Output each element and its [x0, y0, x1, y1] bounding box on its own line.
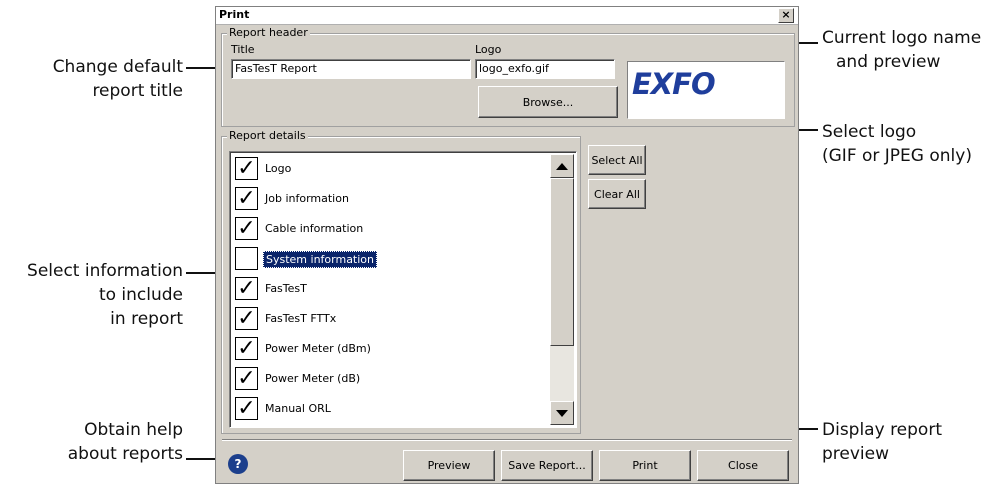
checkbox[interactable]: ✓ — [235, 337, 258, 360]
help-icon[interactable]: ? — [228, 454, 248, 474]
list-item-label: Logo — [265, 162, 292, 175]
checkbox[interactable]: ✓ — [235, 217, 258, 240]
list-item-label: FasTesT — [265, 282, 307, 295]
checkbox[interactable] — [235, 247, 258, 270]
print-button[interactable]: Print — [599, 450, 691, 481]
checkbox[interactable]: ✓ — [235, 277, 258, 300]
list-item[interactable]: ✓ Logo — [233, 155, 543, 183]
report-header-legend: Report header — [227, 26, 310, 39]
preview-button[interactable]: Preview — [403, 450, 495, 481]
checkbox[interactable]: ✓ — [235, 157, 258, 180]
callout-change-title: Change default report title — [52, 57, 183, 101]
list-item[interactable]: ✓ Power Meter (dBm) — [233, 335, 543, 363]
list-item[interactable]: ✓ Power Meter (dB) — [233, 365, 543, 393]
list-item[interactable]: ✓ FasTesT — [233, 275, 543, 303]
checkbox[interactable]: ✓ — [235, 307, 258, 330]
list-item-label: System information — [263, 251, 378, 268]
footer-separator — [222, 439, 792, 441]
callout-obtain-help: Obtain help about reports — [67, 420, 183, 464]
print-dialog: Print × Report header Title FasTesT Repo… — [215, 6, 799, 484]
dialog-title: Print — [219, 8, 250, 21]
list-item-label: Power Meter (dB) — [265, 372, 361, 385]
logo-filename-input[interactable]: logo_exfo.gif — [475, 59, 615, 79]
checkbox[interactable]: ✓ — [235, 367, 258, 390]
list-item-label: Power Meter (dBm) — [265, 342, 371, 355]
close-button[interactable]: Close — [697, 450, 789, 481]
report-details-group: Report details ✓ Logo ✓ Job information … — [221, 129, 581, 434]
callout-select-logo: Select logo (GIF or JPEG only) — [822, 122, 972, 166]
logo-label: Logo — [475, 43, 502, 56]
callout-display-preview: Display report preview — [822, 420, 942, 464]
callout-current-logo: Current logo name and preview — [822, 28, 982, 72]
arrow-up-icon — [556, 163, 568, 170]
list-item-label: FasTesT FTTx — [265, 312, 337, 325]
list-item[interactable]: ✓ Manual ORL — [233, 395, 543, 423]
callout-select-info: Select information to include in report — [27, 261, 183, 329]
list-item-label: Manual ORL — [265, 402, 331, 415]
report-details-legend: Report details — [227, 129, 308, 142]
title-input[interactable]: FasTesT Report — [231, 59, 471, 79]
select-all-button[interactable]: Select All — [588, 145, 646, 175]
logo-preview: EXFO — [627, 61, 785, 119]
list-item[interactable]: ✓ Job information — [233, 185, 543, 213]
clear-all-button[interactable]: Clear All — [588, 179, 646, 209]
scroll-down-button[interactable] — [550, 401, 574, 425]
report-details-list: ✓ Logo ✓ Job information ✓ Cable informa… — [229, 151, 577, 428]
list-item[interactable]: ✓ Cable information — [233, 215, 543, 243]
dialog-titlebar: Print × — [216, 7, 798, 25]
checkbox[interactable]: ✓ — [235, 187, 258, 210]
list-item[interactable]: ✓ FasTesT FTTx — [233, 305, 543, 333]
scroll-thumb[interactable] — [550, 178, 574, 346]
close-icon[interactable]: × — [778, 8, 794, 23]
list-item-label: Job information — [265, 192, 349, 205]
scroll-up-button[interactable] — [550, 154, 574, 178]
list-item[interactable]: System information — [233, 245, 543, 273]
checkbox[interactable]: ✓ — [235, 397, 258, 420]
list-item-label: Cable information — [265, 222, 364, 235]
browse-button[interactable]: Browse... — [478, 86, 618, 118]
title-label: Title — [231, 43, 255, 56]
exfo-logo: EXFO — [632, 67, 716, 101]
save-report-button[interactable]: Save Report... — [501, 450, 593, 481]
report-header-group: Report header Title FasTesT Report Logo … — [221, 26, 795, 127]
vertical-scrollbar[interactable] — [550, 154, 574, 425]
arrow-down-icon — [556, 410, 568, 417]
